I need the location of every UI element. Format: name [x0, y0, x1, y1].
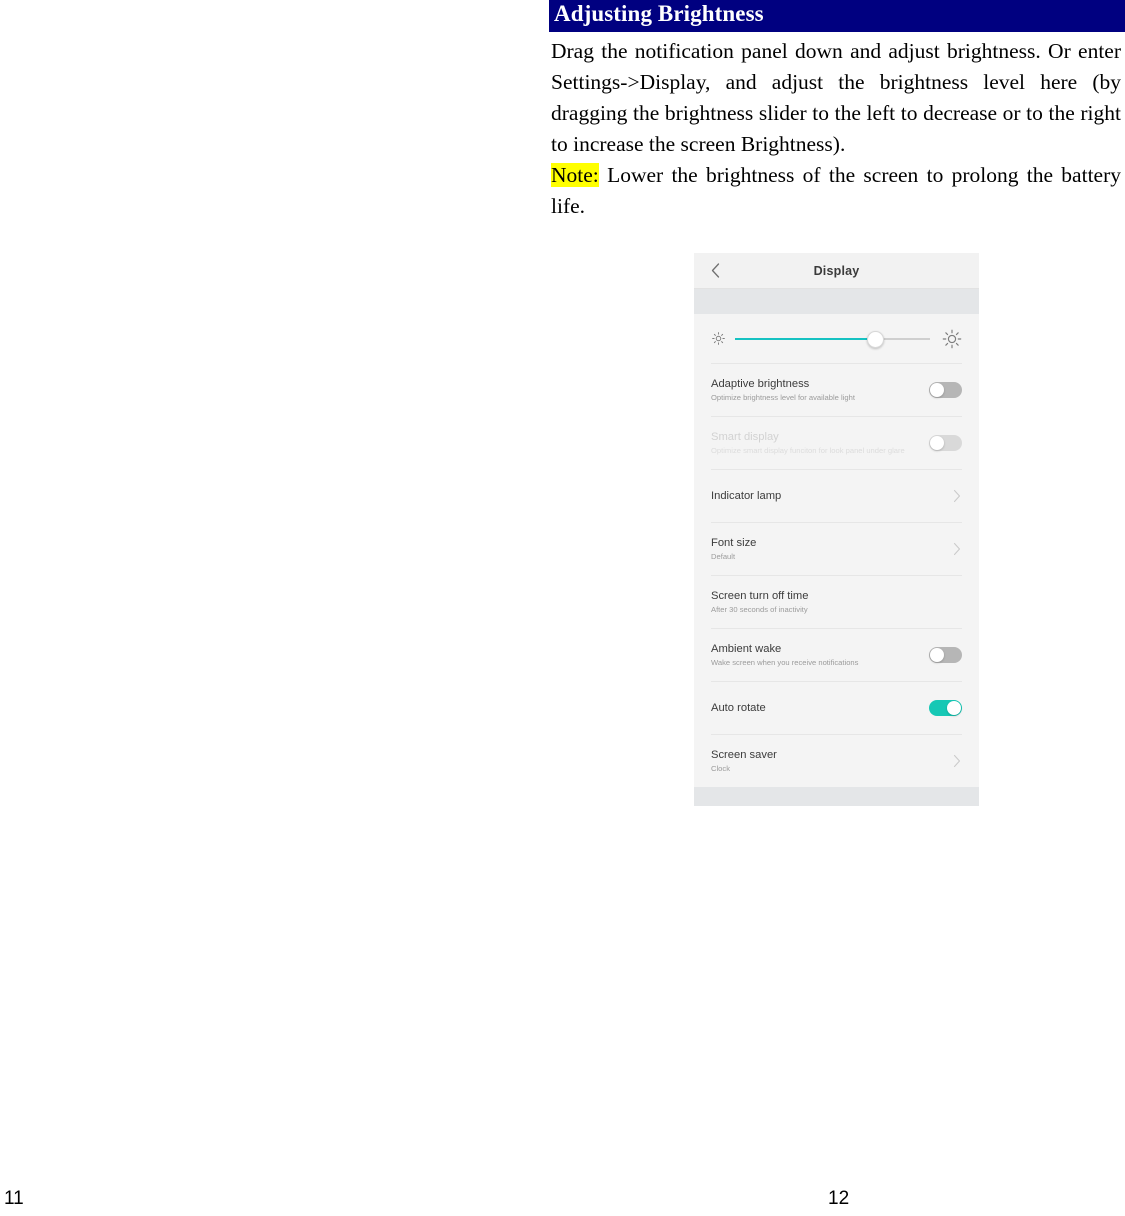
row-title: Ambient wake — [711, 643, 782, 655]
row-title: Auto rotate — [711, 702, 766, 714]
row-subtitle: Clock — [711, 764, 730, 773]
row-subtitle: Optimize smart display funciton for look… — [711, 446, 905, 455]
row-text-block: Smart display Optimize smart display fun… — [711, 430, 929, 456]
body-paragraph: Drag the notification panel down and adj… — [551, 39, 1121, 156]
slider-thumb[interactable] — [867, 330, 885, 348]
document-body: Drag the notification panel down and adj… — [551, 36, 1121, 222]
settings-row-auto-rotate[interactable]: Auto rotate — [711, 682, 962, 735]
toggle-knob — [947, 701, 961, 715]
settings-row-ambient-wake[interactable]: Ambient wake Wake screen when you receiv… — [711, 629, 962, 682]
row-text-block: Auto rotate — [711, 701, 929, 715]
phone-subheader-band — [694, 289, 979, 314]
settings-row-screen-turn-off-time[interactable]: Screen turn off time After 30 seconds of… — [711, 576, 962, 629]
phone-bottom-filler — [694, 787, 979, 806]
row-subtitle: Wake screen when you receive notificatio… — [711, 658, 859, 667]
chevron-right-icon — [952, 754, 962, 768]
brightness-high-sun-icon — [942, 329, 962, 349]
toggle-knob — [930, 648, 944, 662]
settings-row-indicator-lamp[interactable]: Indicator lamp — [711, 470, 962, 523]
toggle-ambient-wake[interactable] — [929, 647, 962, 663]
row-subtitle: Default — [711, 552, 736, 561]
phone-settings-list: Adaptive brightness Optimize brightness … — [694, 314, 979, 787]
note-paragraph: Note: Lower the brightness of the screen… — [551, 160, 1121, 222]
settings-row-adaptive-brightness[interactable]: Adaptive brightness Optimize brightness … — [711, 364, 962, 417]
toggle-smart-display[interactable] — [929, 435, 962, 451]
row-title: Font size — [711, 537, 757, 549]
brightness-slider-row[interactable] — [711, 314, 962, 364]
row-text-block: Screen saver Clock — [711, 748, 952, 774]
phone-titlebar: Display — [694, 253, 979, 289]
row-title: Screen saver — [711, 749, 777, 761]
phone-screen-title: Display — [813, 263, 860, 278]
brightness-low-sun-icon — [711, 331, 726, 346]
row-title: Indicator lamp — [711, 490, 782, 502]
row-text-block: Font size Default — [711, 536, 952, 562]
phone-screenshot: Display Adaptive brightness Optimize bri… — [694, 253, 979, 806]
page-title: Adjusting Brightness — [554, 1, 764, 26]
row-text-block: Ambient wake Wake screen when you receiv… — [711, 642, 929, 668]
settings-row-screen-saver[interactable]: Screen saver Clock — [711, 735, 962, 787]
row-title: Smart display — [711, 431, 779, 443]
page-number-left: 11 — [4, 1188, 24, 1209]
toggle-knob — [930, 436, 944, 450]
toggle-auto-rotate[interactable] — [929, 700, 962, 716]
note-text: Lower the brightness of the screen to pr… — [551, 163, 1121, 218]
row-text-block: Adaptive brightness Optimize brightness … — [711, 377, 929, 403]
settings-row-font-size[interactable]: Font size Default — [711, 523, 962, 576]
toggle-knob — [930, 383, 944, 397]
section-heading-bar: Adjusting Brightness — [549, 0, 1125, 32]
row-text-block: Indicator lamp — [711, 489, 952, 503]
brightness-slider[interactable] — [735, 330, 930, 348]
note-label: Note: — [551, 163, 599, 187]
row-title: Adaptive brightness — [711, 378, 810, 390]
chevron-right-icon — [952, 542, 962, 556]
slider-track-fill — [735, 337, 876, 340]
chevron-right-icon — [952, 489, 962, 503]
row-title: Screen turn off time — [711, 590, 809, 602]
row-subtitle: After 30 seconds of inactivity — [711, 605, 808, 614]
row-subtitle: Optimize brightness level for available … — [711, 393, 855, 402]
page-number-right: 12 — [828, 1188, 850, 1209]
settings-row-smart-display[interactable]: Smart display Optimize smart display fun… — [711, 417, 962, 470]
row-text-block: Screen turn off time After 30 seconds of… — [711, 589, 962, 615]
toggle-adaptive-brightness[interactable] — [929, 382, 962, 398]
